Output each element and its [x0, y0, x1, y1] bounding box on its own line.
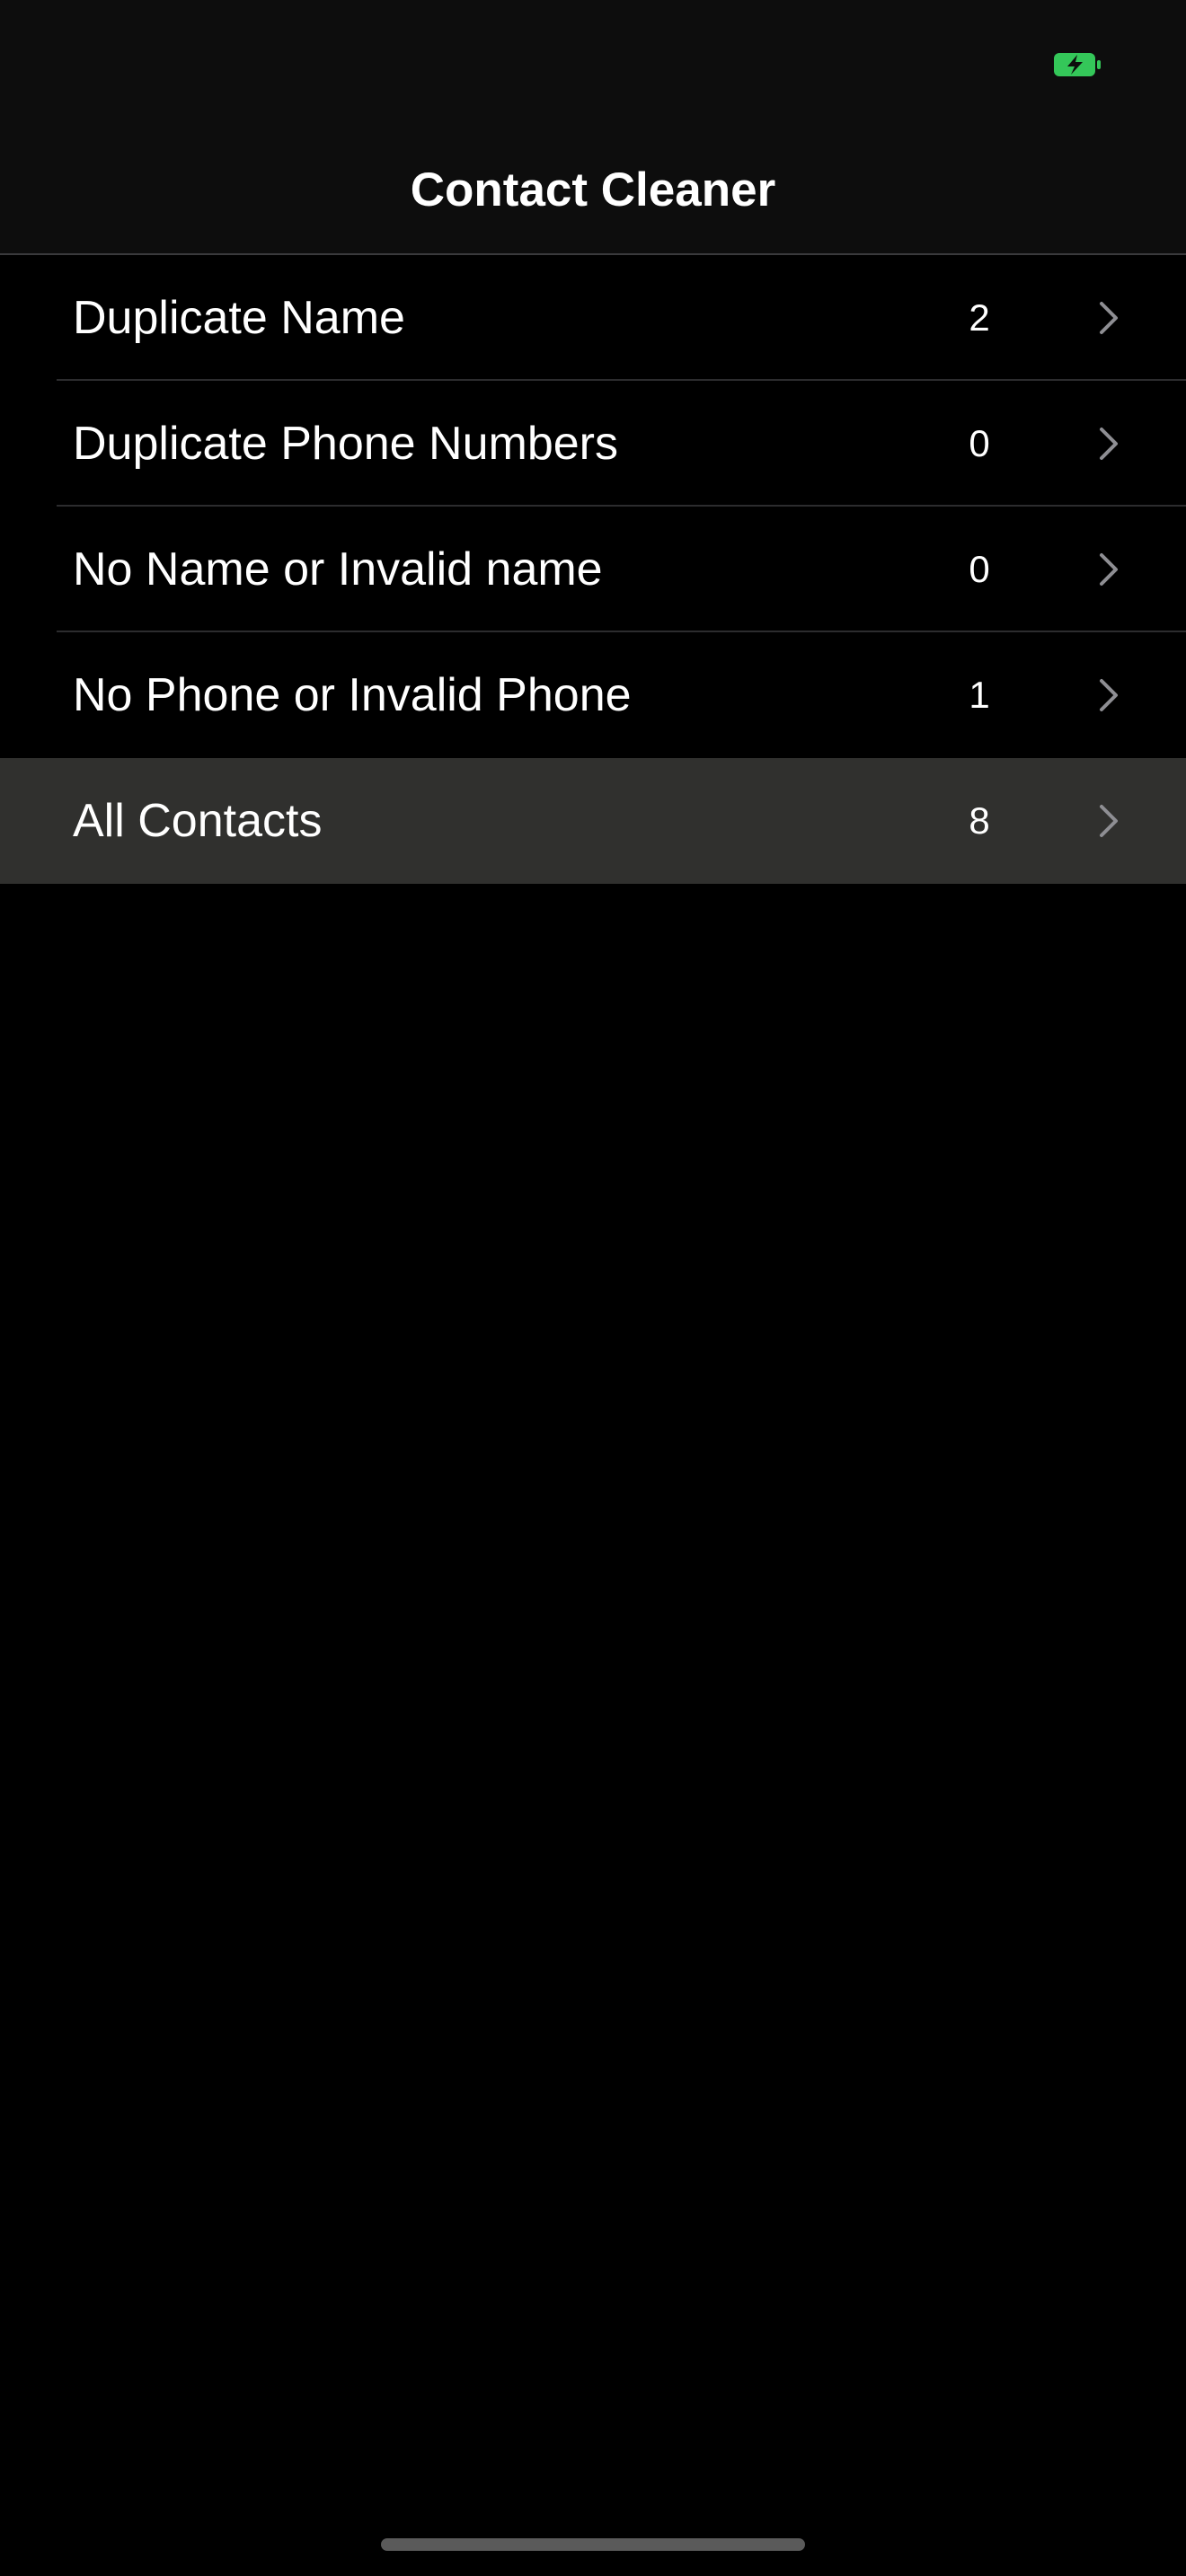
row-count: 0 [969, 422, 990, 464]
page-title: Contact Cleaner [410, 163, 776, 216]
row-duplicate-phone-numbers[interactable]: Duplicate Phone Numbers 0 [0, 381, 1186, 507]
row-label: Duplicate Name [73, 292, 405, 344]
row-count: 1 [969, 674, 990, 716]
row-count: 0 [969, 548, 990, 590]
row-duplicate-name[interactable]: Duplicate Name 2 [0, 255, 1186, 381]
battery-charging-icon [1054, 53, 1101, 76]
row-all-contacts[interactable]: All Contacts 8 [0, 758, 1186, 884]
status-bar [0, 0, 1186, 126]
row-no-name[interactable]: No Name or Invalid name 0 [0, 507, 1186, 632]
chevron-right-icon [1100, 553, 1118, 586]
chevron-right-icon [1100, 679, 1118, 711]
row-count: 8 [969, 799, 990, 842]
row-label: All Contacts [73, 795, 323, 847]
row-no-phone[interactable]: No Phone or Invalid Phone 1 [0, 632, 1186, 758]
home-indicator[interactable] [381, 2538, 805, 2551]
navigation-bar: Contact Cleaner [0, 0, 1186, 255]
chevron-right-icon [1100, 428, 1118, 460]
category-list: Duplicate Name 2 Duplicate Phone Numbers… [0, 255, 1186, 884]
row-label: No Name or Invalid name [73, 543, 603, 595]
chevron-right-icon [1100, 302, 1118, 334]
chevron-right-icon [1100, 805, 1118, 837]
row-label: No Phone or Invalid Phone [73, 669, 632, 721]
row-label: Duplicate Phone Numbers [73, 418, 618, 470]
row-count: 2 [969, 296, 990, 339]
